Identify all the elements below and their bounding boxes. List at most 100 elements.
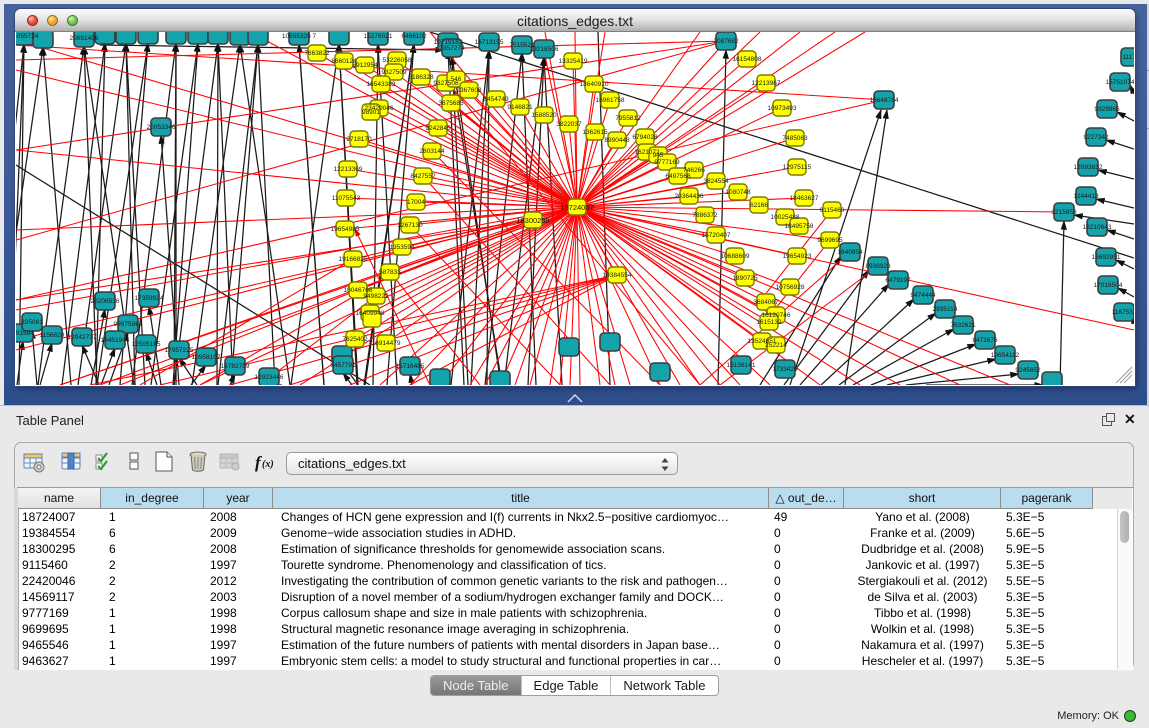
svg-text:53226058: 53226058: [383, 57, 412, 64]
svg-text:16648784: 16648784: [870, 97, 899, 104]
svg-text:9115460: 9115460: [820, 207, 845, 214]
svg-text:15716485: 15716485: [396, 363, 425, 370]
svg-text:8427552: 8427552: [410, 173, 436, 180]
svg-text:15692951: 15692951: [1092, 254, 1121, 261]
svg-text:835061: 835061: [21, 319, 43, 326]
svg-text:10958107: 10958107: [192, 354, 221, 361]
svg-text:3684067: 3684067: [753, 299, 779, 306]
svg-text:19451944: 19451944: [101, 337, 130, 344]
svg-text:6466102: 6466102: [401, 33, 427, 40]
svg-text:19218506: 19218506: [530, 46, 559, 53]
svg-text:9146821: 9146821: [507, 104, 533, 111]
svg-text:15136141: 15136141: [727, 362, 756, 369]
svg-text:8471676: 8471676: [972, 337, 998, 344]
svg-text:1362615: 1362615: [582, 129, 608, 136]
svg-text:2935114: 2935114: [933, 306, 958, 313]
svg-text:7625402: 7625402: [342, 336, 368, 343]
svg-text:7663822: 7663822: [304, 50, 330, 57]
svg-text:17016504: 17016504: [1094, 282, 1123, 289]
svg-text:20364436: 20364436: [675, 193, 704, 200]
svg-text:12213967: 12213967: [752, 80, 781, 87]
svg-text:6479197: 6479197: [885, 277, 911, 284]
svg-text:3822037: 3822037: [556, 121, 582, 128]
svg-text:12093832: 12093832: [1074, 164, 1103, 171]
svg-text:8990448: 8990448: [604, 137, 630, 144]
svg-text:7632621: 7632621: [950, 322, 976, 329]
svg-text:2087682: 2087682: [713, 38, 739, 45]
svg-text:9474444: 9474444: [910, 292, 936, 299]
svg-text:11172: 11172: [1122, 54, 1134, 61]
svg-text:10654112: 10654112: [991, 352, 1020, 359]
svg-text:2367608: 2367608: [456, 87, 482, 94]
svg-text:12942737: 12942737: [68, 334, 97, 341]
svg-text:20053346: 20053346: [147, 124, 176, 131]
svg-text:8186328: 8186328: [408, 74, 434, 81]
svg-text:11075543: 11075543: [332, 195, 361, 202]
svg-text:546: 546: [451, 76, 462, 83]
svg-text:7886372: 7886372: [692, 212, 718, 219]
svg-text:2803144: 2803144: [419, 148, 445, 155]
svg-text:19384554: 19384554: [603, 272, 632, 279]
svg-text:16210643: 16210643: [1083, 224, 1112, 231]
svg-text:62166: 62166: [750, 202, 768, 209]
svg-text:16409948: 16409948: [356, 310, 385, 317]
svg-text:8938923: 8938923: [865, 263, 891, 270]
svg-text:9245652: 9245652: [1015, 367, 1041, 374]
svg-text:1080748: 1080748: [725, 189, 751, 196]
svg-text:1733426: 1733426: [772, 366, 798, 373]
svg-text:1244413: 1244413: [1073, 193, 1099, 200]
svg-text:8912954: 8912954: [352, 62, 378, 69]
svg-text:9329966: 9329966: [1094, 106, 1120, 113]
svg-text:17359924: 17359924: [135, 295, 164, 302]
svg-text:9227342: 9227342: [1083, 134, 1109, 141]
svg-text:15751074: 15751074: [1106, 79, 1134, 86]
svg-text:17957225: 17957225: [165, 347, 194, 354]
svg-text:587833: 587833: [379, 269, 401, 276]
svg-text:9777169: 9777169: [654, 159, 680, 166]
svg-text:20691406: 20691406: [70, 35, 99, 42]
svg-text:7357274: 7357274: [439, 45, 465, 52]
svg-text:10025488: 10025488: [771, 214, 800, 221]
svg-text:12975115: 12975115: [783, 164, 812, 171]
svg-text:16961758: 16961758: [596, 97, 625, 104]
svg-text:12923446: 12923446: [255, 374, 284, 381]
svg-text:6794028: 6794028: [632, 134, 658, 141]
svg-text:1353594: 1353594: [389, 244, 415, 251]
svg-text:1890725: 1890725: [732, 275, 758, 282]
svg-text:18495758: 18495758: [785, 223, 814, 230]
svg-text:7955812: 7955812: [615, 115, 641, 122]
svg-text:10688609: 10688609: [721, 253, 750, 260]
svg-text:(x): (x): [262, 459, 274, 470]
svg-text:945: 945: [653, 152, 664, 159]
svg-text:24055724: 24055724: [16, 33, 39, 40]
svg-text:20206536: 20206536: [91, 298, 120, 305]
svg-text:18724007: 18724007: [560, 203, 593, 212]
svg-text:10655326 7: 10655326 7: [282, 33, 317, 40]
svg-text:1615132: 1615132: [756, 319, 782, 326]
svg-text:252214: 252214: [765, 342, 787, 349]
svg-text:1588520: 1588520: [531, 112, 557, 119]
svg-text:9498222: 9498222: [363, 293, 389, 300]
svg-text:1156829: 1156829: [40, 332, 65, 339]
svg-text:15276021: 15276021: [364, 33, 393, 40]
svg-text:6497568: 6497568: [665, 173, 691, 180]
svg-text:2718170: 2718170: [346, 136, 372, 143]
svg-text:9327509: 9327509: [381, 69, 407, 76]
svg-text:99975867: 99975867: [114, 321, 143, 328]
svg-text:12505185: 12505185: [132, 341, 161, 348]
svg-text:18463627: 18463627: [790, 195, 819, 202]
svg-text:17004: 17004: [407, 199, 425, 206]
svg-text:1167533: 1167533: [1112, 309, 1134, 316]
svg-text:16120746: 16120746: [762, 312, 791, 319]
svg-text:16713155: 16713155: [475, 39, 504, 46]
svg-text:1640954: 1640954: [837, 249, 863, 256]
svg-text:7485063: 7485063: [782, 135, 808, 142]
svg-text:19166825: 19166825: [339, 256, 368, 263]
svg-text:9457791: 9457791: [330, 362, 356, 369]
svg-text:18300295: 18300295: [516, 216, 549, 225]
svg-text:13325419: 13325419: [559, 58, 588, 65]
svg-text:16154808: 16154808: [733, 56, 762, 63]
svg-text:16914479: 16914479: [372, 340, 401, 347]
svg-text:19654985: 19654985: [331, 226, 360, 233]
svg-text:15720407: 15720407: [702, 232, 731, 239]
